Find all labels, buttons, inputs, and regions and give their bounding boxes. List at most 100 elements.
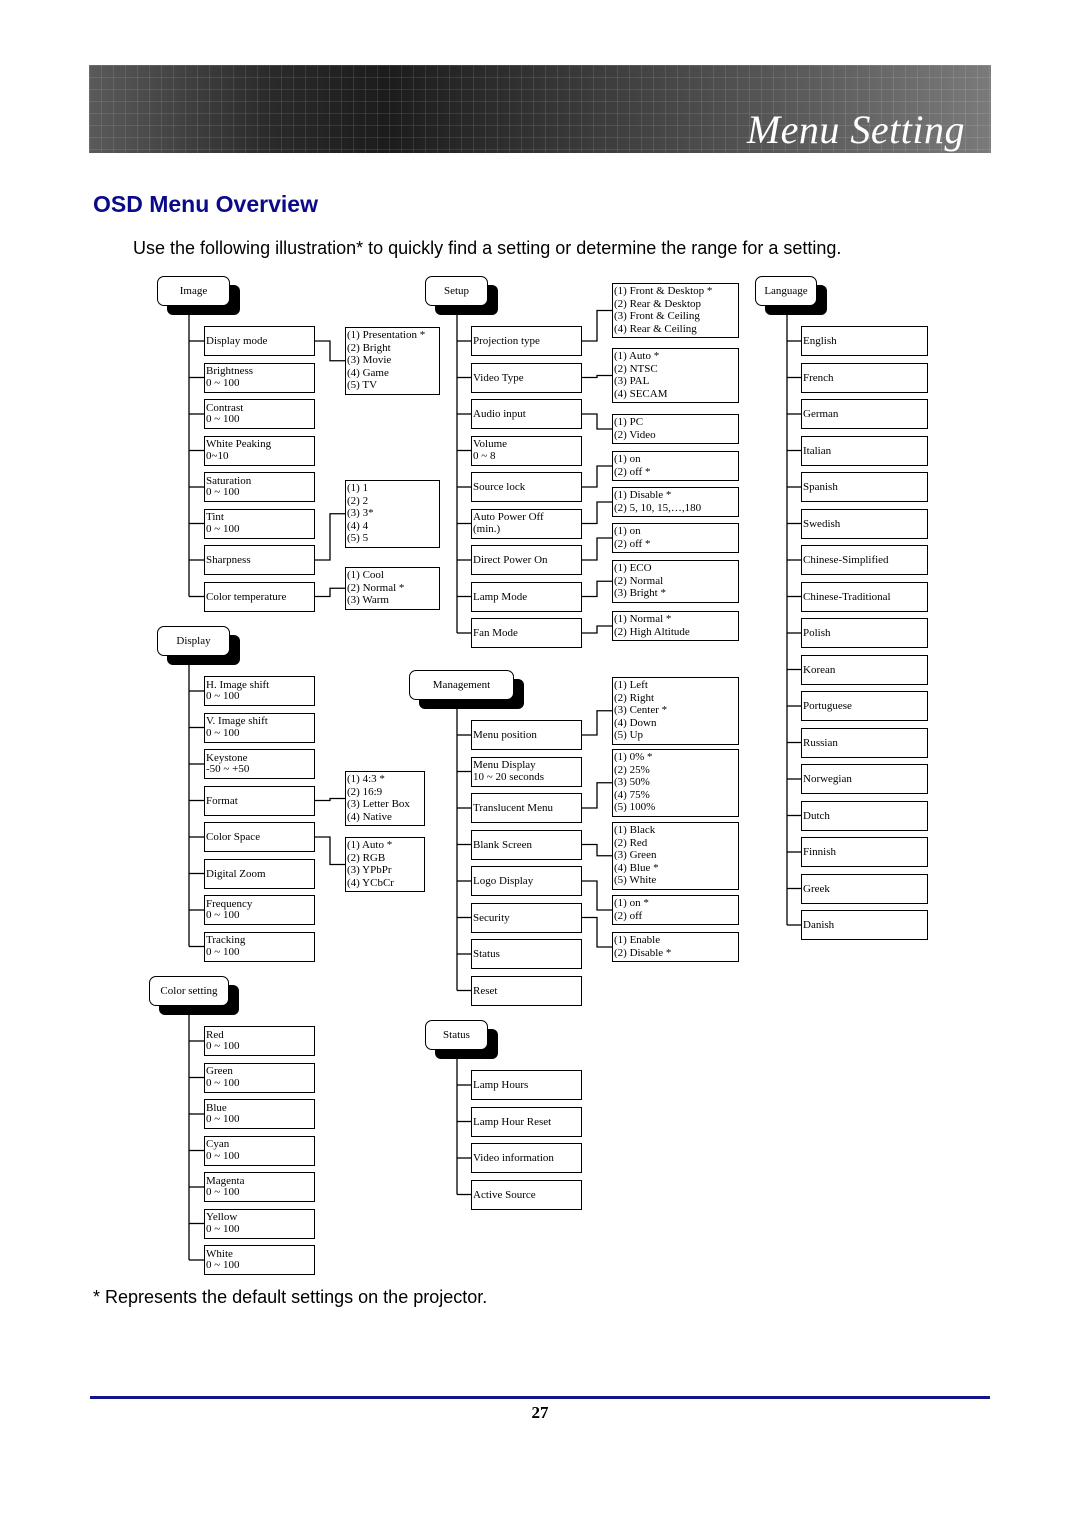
option-value: (2) Red <box>614 836 648 849</box>
option-value: (3) Front & Ceiling <box>614 310 700 322</box>
menu-item-label: English <box>803 335 837 347</box>
menu-item-label: Active Source <box>473 1188 536 1201</box>
menu-item-label: Tracking <box>206 934 246 946</box>
options-auto-power-off: (1) Disable * (2) 5, 10, 15,…,180 <box>612 487 739 517</box>
menu-item-label: Portuguese <box>803 700 852 712</box>
option-value: (3) 50% <box>614 776 650 788</box>
option-connector <box>582 501 612 525</box>
menu-item-label: Display mode <box>206 335 268 347</box>
menu-item-fan-mode: Fan Mode <box>471 618 582 648</box>
menu-item-color-temperature: Color temperature <box>204 581 315 612</box>
menu-item-label: 0 ~ 100 <box>206 909 240 921</box>
menu-item-label: 0~10 <box>206 449 229 462</box>
option-value: (5) 5 <box>347 532 369 544</box>
menu-header-language: Language <box>755 276 817 306</box>
option-value: (2) 16:9 <box>347 785 383 798</box>
menu-item-white-peaking: White Peaking 0~10 <box>204 435 315 466</box>
menu-item-greek: Greek <box>801 873 928 904</box>
menu-item-italian: Italian <box>801 435 928 466</box>
menu-item-label: Lamp Hour Reset <box>473 1115 552 1128</box>
options-format: (1) 4:3 * (2) 16:9 (3) Letter Box (4) Nativ… <box>345 771 425 826</box>
option-value: (2) off * <box>614 465 651 478</box>
menu-item-label: Chinese-Simplified <box>803 554 889 566</box>
menu-item-label: Status <box>473 948 500 960</box>
menu-item-label: Danish <box>803 919 835 931</box>
menu-item-logo-display: Logo Display <box>471 866 582 896</box>
option-value: (1) Normal * <box>614 613 672 625</box>
option-value: (1) PC <box>614 416 644 428</box>
option-value: (3) YPbPr <box>347 864 392 876</box>
menu-item-video-information: Video information <box>471 1143 582 1173</box>
options-video-type: (1) Auto * (2) NTSC (3) PAL (4) SECAM <box>612 348 739 403</box>
menu-item-label: Russian <box>803 736 838 749</box>
menu-item-label: Blank Screen <box>473 838 532 851</box>
menu-item-label: Reset <box>473 984 498 997</box>
menu-item-menu-position: Menu position <box>471 720 582 750</box>
menu-item-v-image-shift: V. Image shift 0 ~ 100 <box>204 712 315 743</box>
menu-item-label: Format <box>206 794 238 807</box>
options-projection-type: (1) Front & Desktop * (2) Rear & Desktop(… <box>612 283 739 338</box>
menu-item-label: Audio input <box>473 408 526 420</box>
menu-item-label: 0 ~ 100 <box>206 1222 240 1235</box>
menu-item-display-mode: Display mode <box>204 326 315 356</box>
menu-item-russian: Russian <box>801 727 928 758</box>
option-connector <box>582 843 612 857</box>
menu-item-green: Green 0 ~ 100 <box>204 1062 315 1093</box>
option-value: (3) Letter Box <box>347 798 410 810</box>
menu-item-label: 0 ~ 100 <box>206 1186 240 1198</box>
menu-item-finnish: Finnish <box>801 837 928 867</box>
menu-item-red: Red 0 ~ 100 <box>204 1026 315 1056</box>
menu-item-label: (min.) <box>473 522 501 535</box>
option-connector <box>582 710 612 736</box>
menu-item-korean: Korean <box>801 654 928 685</box>
option-connector <box>582 916 612 948</box>
options-fan-mode: (1) Normal * (2) High Altitude <box>612 611 739 641</box>
option-value: (2) Rear & Desktop <box>614 297 702 310</box>
menu-item-label: 0 ~ 100 <box>206 1149 240 1162</box>
menu-item-label: German <box>803 408 839 420</box>
option-connector <box>315 797 345 802</box>
menu-item-label: Source lock <box>473 481 526 493</box>
osd-menu-tree-diagram: Image Display mode (1) Presentation * (2) B… <box>0 0 1080 1527</box>
option-value: (1) on <box>614 453 641 465</box>
option-value: (2) High Altitude <box>614 625 690 638</box>
menu-header-status: Status <box>425 1020 488 1050</box>
menu-item-label: Video information <box>473 1152 554 1164</box>
option-value: (4) 4 <box>347 519 369 532</box>
option-value: (2) off * <box>614 537 651 550</box>
menu-item-h-image-shift: H. Image shift 0 ~ 100 <box>204 676 315 706</box>
option-value: (1) 1 <box>347 482 369 494</box>
menu-item-label: Direct Power On <box>473 554 548 566</box>
option-value: (3) Warm <box>347 594 389 606</box>
menu-item-label: Logo Display <box>473 875 534 887</box>
menu-item-label: Digital Zoom <box>206 867 266 880</box>
menu-item-danish: Danish <box>801 910 928 940</box>
option-value: (4) Down <box>614 716 657 729</box>
menu-item-label: Volume <box>473 438 508 450</box>
option-value: (1) on * <box>614 897 649 909</box>
option-value: (5) 100% <box>614 801 656 813</box>
menu-item-label: Dutch <box>803 809 830 822</box>
menu-item-label: Greek <box>803 882 830 895</box>
menu-item-translucent-menu: Translucent Menu <box>471 793 582 823</box>
option-value: (1) Auto * <box>347 839 393 851</box>
option-value: (2) 25% <box>614 763 650 776</box>
menu-item-audio-input: Audio input <box>471 399 582 429</box>
option-value: (5) Up <box>614 729 644 741</box>
menu-item-label: Tint <box>206 511 224 523</box>
menu-item-label: Cyan <box>206 1138 230 1150</box>
menu-item-label: Menu position <box>473 729 537 741</box>
menu-header-image: Image <box>157 276 230 306</box>
menu-item-dutch: Dutch <box>801 800 928 831</box>
menu-item-label: Video Type <box>473 371 524 384</box>
option-value: (1) Left <box>614 679 648 691</box>
option-value: (4) Blue * <box>614 861 659 874</box>
menu-item-polish: Polish <box>801 618 928 648</box>
menu-item-label: Fan Mode <box>473 627 518 639</box>
option-value: (3) 3* <box>347 507 374 519</box>
option-value: (3) Center * <box>614 704 668 716</box>
option-connector <box>582 782 612 809</box>
option-value: (1) Cool <box>347 569 384 581</box>
menu-item-label: Lamp Mode <box>473 590 528 603</box>
menu-item-yellow: Yellow 0 ~ 100 <box>204 1208 315 1239</box>
